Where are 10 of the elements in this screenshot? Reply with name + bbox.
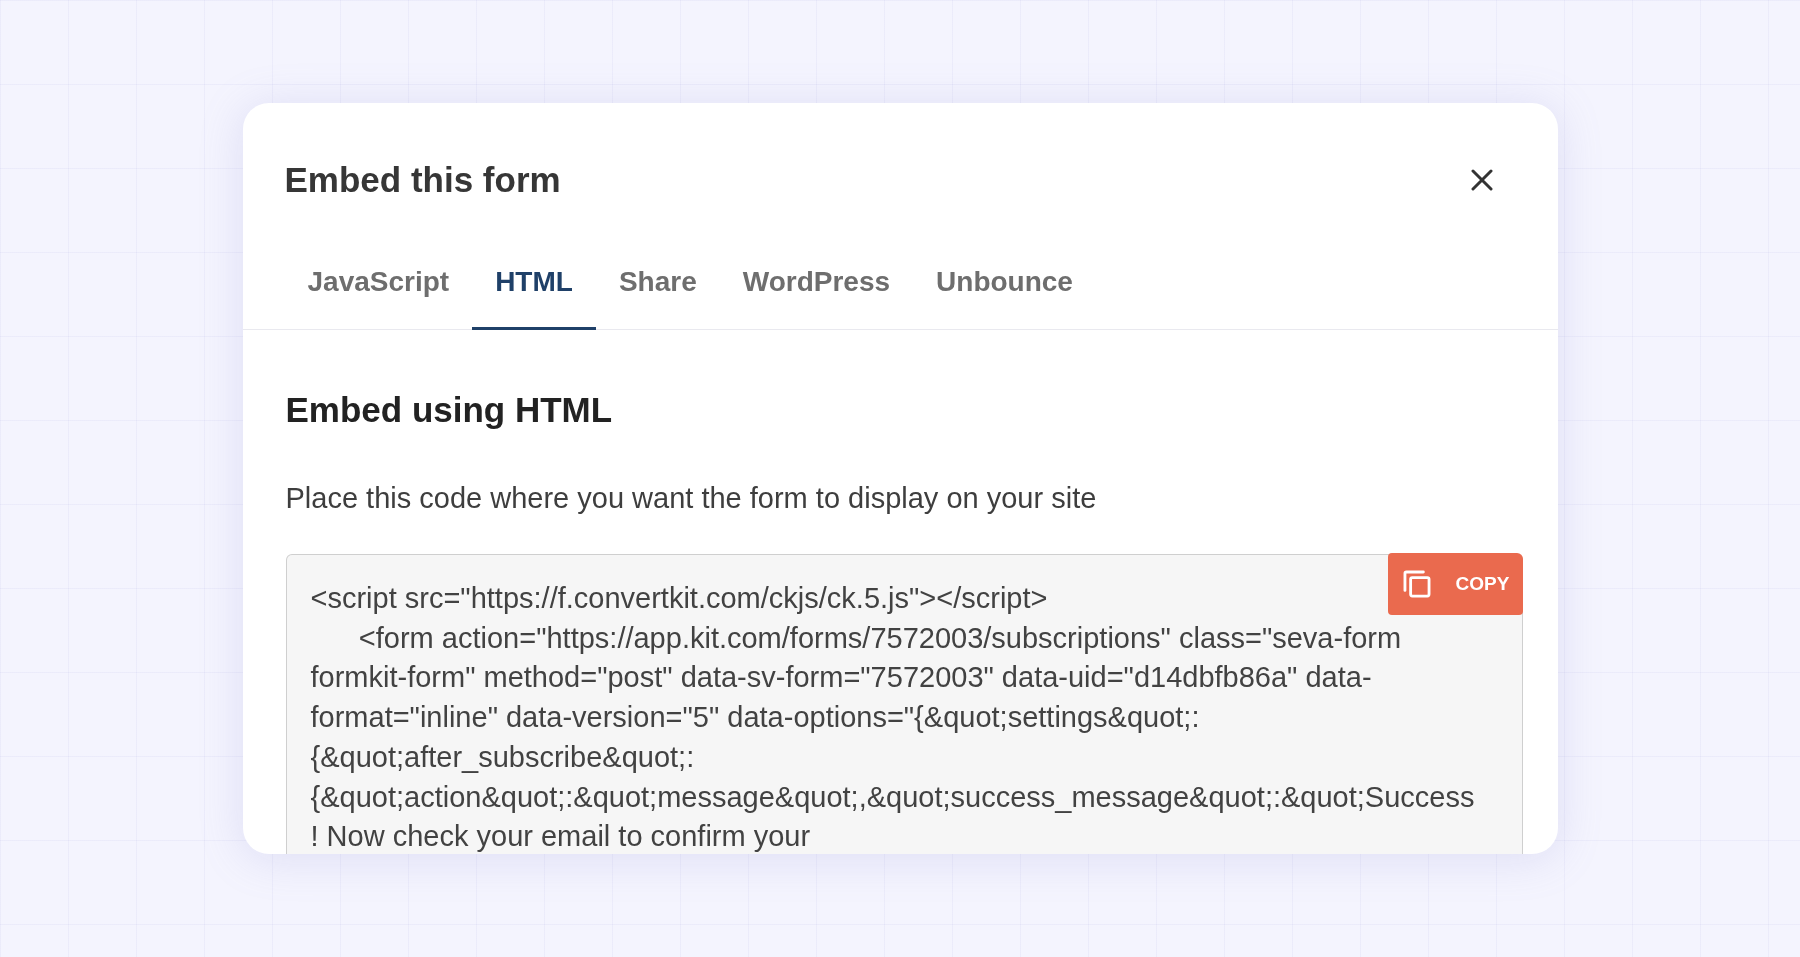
dialog-title: Embed this form [284,160,561,200]
tab[interactable]: Share [595,253,720,330]
tab[interactable]: JavaScript [284,253,473,330]
section-heading: Embed using HTML [285,389,614,431]
tab[interactable]: HTML [472,253,596,330]
instruction-text: Place this code where you want the form to display on your site [285,481,1098,516]
copy-button[interactable]: COPY [1387,553,1523,615]
close-icon [1470,169,1493,191]
tab[interactable]: Unbounce [913,253,1096,330]
tab[interactable]: WordPress [719,253,914,330]
